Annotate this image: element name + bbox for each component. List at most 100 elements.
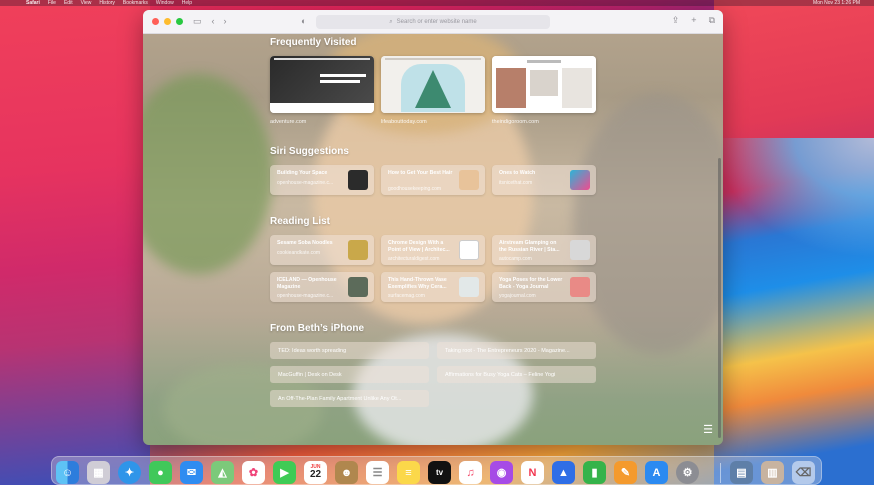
- reading-thumbnail: [459, 240, 479, 260]
- close-button[interactable]: [152, 18, 159, 25]
- reading-list-card[interactable]: Chrome Design With a Point of View | Arc…: [381, 235, 485, 265]
- scrollbar[interactable]: [718, 158, 721, 438]
- reading-source: autocamp.com: [499, 256, 532, 262]
- search-icon: ⌕: [389, 18, 393, 25]
- forward-icon[interactable]: ›: [224, 17, 227, 26]
- system-preferences-icon[interactable]: ⚙: [676, 461, 699, 484]
- minimize-button[interactable]: [164, 18, 171, 25]
- photos-icon[interactable]: ✿: [242, 461, 265, 484]
- reading-title: ICELAND — Openhouse Magazine: [277, 277, 337, 290]
- mail-icon[interactable]: ✉: [180, 461, 203, 484]
- reading-list-card[interactable]: Airstream Glamping on the Russian River …: [492, 235, 596, 265]
- new-tab-icon[interactable]: +: [691, 16, 696, 25]
- suggestion-title: How to Get Your Best Hair: [388, 170, 453, 176]
- sidebar-icon[interactable]: ▭: [193, 17, 202, 26]
- keynote-icon[interactable]: ▲: [552, 461, 575, 484]
- reading-source: architecturaldigest.com: [388, 256, 440, 262]
- menu-bar: Safari File Edit View History Bookmarks …: [0, 0, 874, 6]
- reading-source: yogajournal.com: [499, 293, 536, 299]
- frequently-visited-card[interactable]: [492, 56, 596, 113]
- tab-overview-icon[interactable]: ⧉: [709, 16, 715, 25]
- launchpad-icon[interactable]: ▦: [87, 461, 110, 484]
- from-iphone-heading: From Beth’s iPhone: [270, 323, 365, 334]
- iphone-tab-item[interactable]: MacGuffin | Desk on Desk: [270, 366, 429, 383]
- back-icon[interactable]: ‹: [212, 17, 215, 26]
- facetime-icon[interactable]: ▶: [273, 461, 296, 484]
- address-bar-placeholder: Search or enter website name: [396, 19, 477, 25]
- podcasts-icon[interactable]: ◉: [490, 461, 513, 484]
- menu-window[interactable]: Window: [156, 0, 174, 6]
- reading-source: openhouse-magazine.c...: [277, 293, 334, 299]
- reading-title: Airstream Glamping on the Russian River …: [499, 240, 560, 253]
- siri-suggestion-card[interactable]: Ones to Watch itsnicethat.com: [492, 165, 596, 195]
- tv-label: tv: [435, 468, 444, 477]
- address-bar[interactable]: ⌕ Search or enter website name: [316, 15, 550, 29]
- menu-bookmarks[interactable]: Bookmarks: [123, 0, 148, 6]
- zoom-button[interactable]: [176, 18, 183, 25]
- privacy-shield-icon[interactable]: ◐: [301, 17, 306, 26]
- suggestion-thumbnail: [570, 170, 590, 190]
- reading-list-heading: Reading List: [270, 216, 331, 227]
- iphone-tab-item[interactable]: An Off-The-Plan Family Apartment Unlike …: [270, 390, 429, 407]
- window-controls: [152, 18, 183, 25]
- reading-source: cookieandkate.com: [277, 250, 321, 256]
- menu-history[interactable]: History: [99, 0, 115, 6]
- dock-separator: [720, 463, 721, 483]
- maps-icon[interactable]: ◭: [211, 461, 234, 484]
- reading-source: surfacemag.com: [388, 293, 425, 299]
- reading-list-card[interactable]: This Hand-Thrown Vase Exemplifies Why Ce…: [381, 272, 485, 302]
- wallpaper-wave: [714, 138, 874, 258]
- numbers-icon[interactable]: ▮: [583, 461, 606, 484]
- iphone-tab-item[interactable]: TED: Ideas worth spreading: [270, 342, 429, 359]
- safari-toolbar: ▭ ‹ › ◐ ⌕ Search or enter website name ⇪…: [143, 10, 723, 34]
- trash-icon[interactable]: ⌫: [792, 461, 815, 484]
- iphone-tab-item[interactable]: Taking root - The Entrepreneurs 2020 - M…: [437, 342, 596, 359]
- share-icon[interactable]: ⇪: [672, 16, 680, 25]
- reading-thumbnail: [570, 277, 590, 297]
- dock: ☺ ▦ ✦ ● ✉ ◭ ✿ ▶ JUN 22 ☻ ☰ ≡ tv ♫ ◉ N ▲ …: [51, 456, 822, 485]
- news-icon[interactable]: N: [521, 461, 544, 484]
- desktop-wallpaper-right: [714, 0, 874, 485]
- menu-help[interactable]: Help: [182, 0, 192, 6]
- notes-icon[interactable]: ≡: [397, 461, 420, 484]
- iphone-tab-item[interactable]: Affirmations for Busy Yoga Cats – Feline…: [437, 366, 596, 383]
- messages-icon[interactable]: ●: [149, 461, 172, 484]
- reading-title: Sesame Soba Noodles: [277, 240, 333, 246]
- start-page-settings-icon[interactable]: ☰: [703, 425, 713, 436]
- siri-suggestion-card[interactable]: Building Your Space openhouse-magazine.c…: [270, 165, 374, 195]
- menu-clock[interactable]: Mon Nov 23 1:26 PM: [813, 0, 874, 6]
- frequently-visited-card[interactable]: [381, 56, 485, 113]
- calendar-icon[interactable]: JUN 22: [304, 461, 327, 484]
- menu-edit[interactable]: Edit: [64, 0, 73, 6]
- suggestion-title: Ones to Watch: [499, 170, 536, 176]
- music-icon[interactable]: ♫: [459, 461, 482, 484]
- frequently-visited-heading: Frequently Visited: [270, 37, 357, 48]
- reading-title: Yoga Poses for the Lower Back - Yoga Jou…: [499, 277, 563, 290]
- tv-icon[interactable]: tv: [428, 461, 451, 484]
- menu-file[interactable]: File: [48, 0, 56, 6]
- frequently-visited-card[interactable]: [270, 56, 374, 113]
- reading-list-card[interactable]: Sesame Soba Noodles cookieandkate.com: [270, 235, 374, 265]
- app-store-icon[interactable]: A: [645, 461, 668, 484]
- siri-suggestion-card[interactable]: How to Get Your Best Hair goodhousekeepi…: [381, 165, 485, 195]
- safari-icon[interactable]: ✦: [118, 461, 141, 484]
- safari-window: ▭ ‹ › ◐ ⌕ Search or enter website name ⇪…: [143, 10, 723, 445]
- calendar-day: 22: [309, 469, 322, 480]
- reading-title: This Hand-Thrown Vase Exemplifies Why Ce…: [388, 277, 447, 290]
- contacts-icon[interactable]: ☻: [335, 461, 358, 484]
- menu-app[interactable]: Safari: [26, 0, 40, 6]
- downloads-stack-icon[interactable]: ▤: [730, 461, 753, 484]
- documents-stack-icon[interactable]: ▥: [761, 461, 784, 484]
- reading-thumbnail: [459, 277, 479, 297]
- pages-icon[interactable]: ✎: [614, 461, 637, 484]
- reading-thumbnail: [570, 240, 590, 260]
- reading-list-card[interactable]: Yoga Poses for the Lower Back - Yoga Jou…: [492, 272, 596, 302]
- reminders-icon[interactable]: ☰: [366, 461, 389, 484]
- reading-thumbnail: [348, 277, 368, 297]
- reading-list-card[interactable]: ICELAND — Openhouse Magazine openhouse-m…: [270, 272, 374, 302]
- finder-icon[interactable]: ☺: [56, 461, 79, 484]
- frequently-visited-label: lifeabouttoday.com: [381, 119, 427, 125]
- reading-thumbnail: [348, 240, 368, 260]
- menu-view[interactable]: View: [81, 0, 92, 6]
- desktop-wallpaper-left: [0, 0, 150, 485]
